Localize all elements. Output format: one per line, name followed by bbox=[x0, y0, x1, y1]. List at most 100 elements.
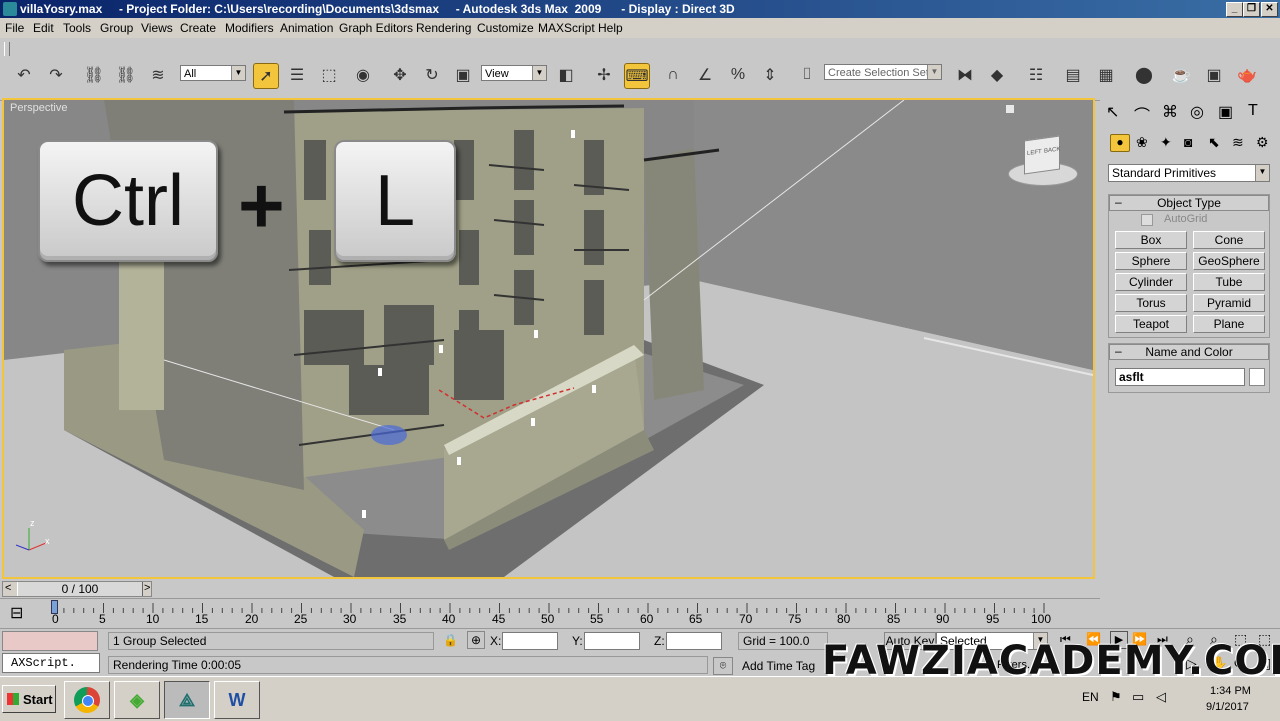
torus-button[interactable]: Torus bbox=[1115, 294, 1187, 312]
sphere-button[interactable]: Sphere bbox=[1115, 252, 1187, 270]
unlink-icon[interactable]: ⛓ bbox=[114, 63, 138, 87]
layer-manager-icon[interactable]: ☷ bbox=[1024, 63, 1048, 87]
move-icon[interactable]: ✥ bbox=[388, 63, 412, 87]
window-crossing-icon[interactable]: ◉ bbox=[351, 63, 375, 87]
menu-graph-editors[interactable]: Graph Editors bbox=[339, 21, 413, 35]
rect-region-icon[interactable]: ⬚ bbox=[317, 63, 341, 87]
cone-button[interactable]: Cone bbox=[1193, 231, 1265, 249]
viewcube[interactable]: LEFT BACK bbox=[1008, 132, 1078, 188]
object-color-swatch[interactable] bbox=[1249, 368, 1265, 386]
action-center-icon[interactable]: ⚑ bbox=[1110, 689, 1122, 705]
viewcube-face-left[interactable]: LEFT bbox=[1027, 149, 1042, 157]
maximize-button[interactable]: ❐ bbox=[1243, 2, 1260, 17]
quick-render-icon[interactable]: 🫖 bbox=[1235, 63, 1259, 87]
systems-icon[interactable]: ⚙ bbox=[1256, 134, 1269, 151]
geosphere-button[interactable]: GeoSphere bbox=[1193, 252, 1265, 270]
menu-edit[interactable]: Edit bbox=[33, 21, 54, 35]
select-manipulate-icon[interactable]: ✢ bbox=[592, 63, 616, 87]
snaps-3d-icon[interactable]: ∩ bbox=[661, 63, 685, 87]
track-bar-toggle-icon[interactable]: ⊟ bbox=[10, 603, 23, 623]
edit-named-selections-icon[interactable]: ⌷ bbox=[795, 63, 819, 87]
add-time-tag-label[interactable]: Add Time Tag bbox=[742, 659, 815, 673]
spinner-snap-icon[interactable]: ⇕ bbox=[758, 63, 782, 87]
motion-tab-icon[interactable]: ◎ bbox=[1190, 102, 1204, 122]
render-setup-icon[interactable]: ☕ bbox=[1169, 63, 1193, 87]
clock-time[interactable]: 1:34 PM bbox=[1210, 685, 1251, 697]
time-slider-prev[interactable]: < bbox=[5, 582, 11, 594]
keyboard-shortcut-icon[interactable]: ⌨ bbox=[624, 63, 650, 89]
geometry-icon[interactable]: ● bbox=[1110, 134, 1130, 152]
menu-customize[interactable]: Customize bbox=[477, 21, 534, 35]
absolute-mode-icon[interactable]: ⊕ bbox=[467, 631, 485, 649]
z-coordinate-field[interactable] bbox=[666, 632, 722, 650]
maxscript-mini-listener[interactable]: AXScript. bbox=[2, 653, 100, 673]
menu-rendering[interactable]: Rendering bbox=[416, 21, 471, 35]
modify-tab-icon[interactable]: ⌒ bbox=[1134, 102, 1150, 126]
volume-icon[interactable]: ◁ bbox=[1156, 689, 1166, 705]
category-dropdown[interactable]: Standard Primitives ▼ bbox=[1108, 164, 1270, 182]
menu-create[interactable]: Create bbox=[180, 21, 216, 35]
select-object-icon[interactable]: ➚ bbox=[253, 63, 279, 89]
chrome-icon[interactable] bbox=[64, 681, 110, 719]
space-warps-icon[interactable]: ≋ bbox=[1232, 134, 1244, 151]
pyramid-button[interactable]: Pyramid bbox=[1193, 294, 1265, 312]
scale-icon[interactable]: ▣ bbox=[451, 63, 475, 87]
box-button[interactable]: Box bbox=[1115, 231, 1187, 249]
autogrid-checkbox[interactable] bbox=[1141, 214, 1153, 226]
use-pivot-icon[interactable]: ◧ bbox=[554, 63, 578, 87]
mirror-icon[interactable]: ⧓ bbox=[953, 63, 977, 87]
start-button[interactable]: Start bbox=[2, 685, 56, 713]
word-icon[interactable]: W bbox=[214, 681, 260, 719]
menu-views[interactable]: Views bbox=[141, 21, 173, 35]
viewport-label[interactable]: Perspective bbox=[10, 102, 67, 114]
bind-space-warp-icon[interactable]: ≋ bbox=[146, 63, 170, 87]
cylinder-button[interactable]: Cylinder bbox=[1115, 273, 1187, 291]
minimize-button[interactable]: _ bbox=[1226, 2, 1243, 17]
network-icon[interactable]: ▭ bbox=[1132, 689, 1144, 705]
teapot-button[interactable]: Teapot bbox=[1115, 315, 1187, 333]
3dsmax-icon[interactable]: ⟁ bbox=[164, 681, 210, 719]
y-coordinate-field[interactable] bbox=[584, 632, 640, 650]
menu-help[interactable]: Help bbox=[598, 21, 623, 35]
select-by-name-icon[interactable]: ☰ bbox=[285, 63, 309, 87]
rotate-icon[interactable]: ↻ bbox=[420, 63, 444, 87]
select-link-icon[interactable]: ⛓ bbox=[82, 63, 106, 87]
hierarchy-tab-icon[interactable]: ⌘ bbox=[1162, 102, 1178, 122]
create-tab-icon[interactable]: ↖ bbox=[1106, 102, 1119, 122]
undo-icon[interactable]: ↶ bbox=[12, 63, 36, 87]
maxscript-listener-red[interactable] bbox=[2, 631, 98, 651]
material-editor-icon[interactable]: ⬤ bbox=[1132, 63, 1156, 87]
menu-file[interactable]: File bbox=[5, 21, 24, 35]
display-tab-icon[interactable]: ▣ bbox=[1218, 102, 1233, 122]
menu-tools[interactable]: Tools bbox=[63, 21, 91, 35]
language-indicator[interactable]: EN bbox=[1082, 690, 1099, 704]
helpers-icon[interactable]: ⬉ bbox=[1208, 134, 1220, 151]
track-bar[interactable]: ⊟ 0 5 10 15 20 25 30 35 40 45 50 55 60 6… bbox=[0, 598, 1100, 629]
time-slider-next[interactable]: > bbox=[144, 582, 150, 594]
selection-filter-dropdown[interactable]: All ▼ bbox=[180, 65, 246, 81]
recorder-icon[interactable]: ◈ bbox=[114, 681, 160, 719]
curve-editor-icon[interactable]: ▤ bbox=[1061, 63, 1085, 87]
utilities-tab-icon[interactable]: T bbox=[1248, 102, 1258, 120]
redo-icon[interactable]: ↷ bbox=[44, 63, 68, 87]
selection-set-dropdown[interactable]: Create Selection Set ▼ bbox=[824, 64, 942, 80]
object-type-header[interactable]: – Object Type bbox=[1109, 195, 1269, 211]
x-coordinate-field[interactable] bbox=[502, 632, 558, 650]
cameras-icon[interactable]: ◙ bbox=[1184, 134, 1192, 150]
menu-maxscript[interactable]: MAXScript bbox=[538, 21, 595, 35]
tube-button[interactable]: Tube bbox=[1193, 273, 1265, 291]
align-icon[interactable]: ◆ bbox=[985, 63, 1009, 87]
add-time-tag-icon[interactable]: ⌾ bbox=[713, 657, 733, 675]
time-slider-thumb[interactable]: 0 / 100 bbox=[17, 582, 143, 596]
angle-snap-icon[interactable]: ∠ bbox=[693, 63, 717, 87]
menu-animation[interactable]: Animation bbox=[280, 21, 333, 35]
close-button[interactable]: ✕ bbox=[1261, 2, 1278, 17]
schematic-view-icon[interactable]: ▦ bbox=[1094, 63, 1118, 87]
ref-coord-dropdown[interactable]: View ▼ bbox=[481, 65, 547, 81]
rendered-frame-icon[interactable]: ▣ bbox=[1202, 63, 1226, 87]
lock-selection-icon[interactable]: 🔒 bbox=[443, 633, 458, 647]
menu-group[interactable]: Group bbox=[100, 21, 133, 35]
lights-icon[interactable]: ✦ bbox=[1160, 134, 1172, 151]
shapes-icon[interactable]: ❀ bbox=[1136, 134, 1148, 151]
home-icon[interactable] bbox=[1006, 105, 1014, 113]
